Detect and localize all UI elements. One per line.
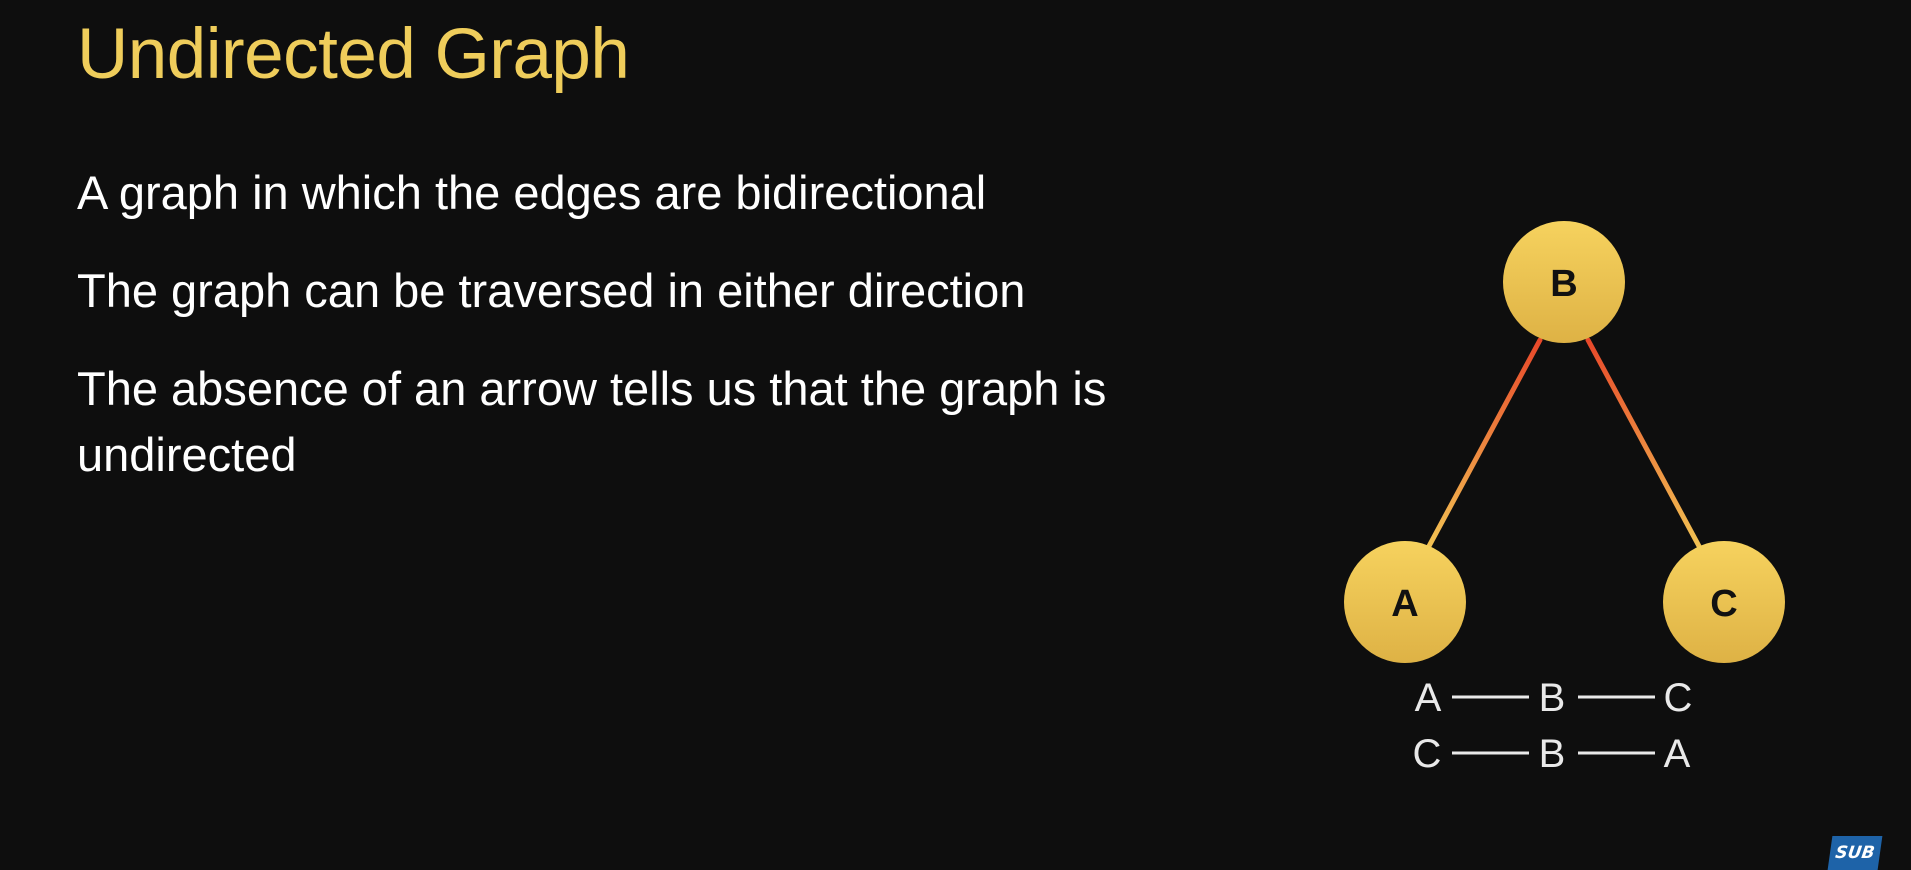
edge-b-c xyxy=(1585,337,1703,551)
traversal-2-end: A xyxy=(1664,732,1691,776)
traversal-row-2: C B A xyxy=(1413,732,1691,776)
subscribe-badge[interactable]: SUB xyxy=(1827,836,1883,870)
traversal-1-middle: B xyxy=(1539,676,1566,720)
traversal-1-end: C xyxy=(1664,676,1693,720)
node-a-label: A xyxy=(1391,583,1418,625)
traversal-2-middle: B xyxy=(1539,732,1566,776)
node-b: B xyxy=(1503,221,1625,343)
traversal-row-1: A B C xyxy=(1415,676,1693,720)
node-a: A xyxy=(1344,541,1466,663)
node-c-label: C xyxy=(1710,583,1737,625)
node-c: C xyxy=(1663,541,1785,663)
graph-diagram: B A C A B C C B A xyxy=(1344,221,1785,776)
edge-a-b xyxy=(1425,337,1543,551)
traversal-2-start: C xyxy=(1413,732,1442,776)
node-b-label: B xyxy=(1550,263,1577,305)
traversal-1-start: A xyxy=(1415,676,1442,720)
